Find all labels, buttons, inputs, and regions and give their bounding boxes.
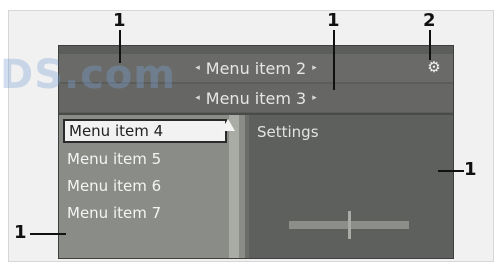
- settings-title: Settings: [257, 123, 319, 141]
- leader-line: [438, 170, 464, 172]
- watermark: DS.com: [0, 52, 177, 98]
- left-arrow-icon: ◂: [195, 93, 200, 103]
- slider-handle[interactable]: [348, 211, 351, 239]
- settings-panel: Settings: [249, 115, 453, 258]
- callout-number: 1: [327, 10, 340, 31]
- callout-number: 2: [423, 10, 436, 31]
- right-arrow-icon: ▸: [312, 63, 317, 73]
- left-arrow-icon: ◂: [195, 63, 200, 73]
- leader-line: [429, 30, 431, 60]
- menu-item[interactable]: Menu item 5: [63, 147, 227, 171]
- menu-item-label: Menu item 5: [67, 150, 162, 168]
- leader-line: [333, 30, 335, 90]
- settings-icon[interactable]: ⚙: [423, 58, 445, 76]
- menu-item[interactable]: Menu item 6: [63, 174, 227, 198]
- menu-row-label: Menu item 3: [205, 88, 307, 108]
- scroll-up-icon[interactable]: [221, 119, 235, 131]
- leader-line: [119, 30, 121, 63]
- callout-number: 1: [464, 159, 477, 180]
- menu-item-label: Menu item 7: [67, 204, 162, 222]
- menu-item[interactable]: Menu item 7: [63, 201, 227, 225]
- leader-line: [30, 233, 66, 235]
- menu-row-label: Menu item 2: [205, 58, 307, 78]
- menu-item-label: Menu item 4: [69, 122, 164, 140]
- scrollbar[interactable]: [229, 115, 239, 258]
- right-arrow-icon: ▸: [312, 93, 317, 103]
- menu-list-panel: Menu item 4 Menu item 5 Menu item 6 Menu…: [59, 115, 245, 258]
- menu-item-label: Menu item 6: [67, 177, 162, 195]
- callout-number: 1: [113, 10, 126, 31]
- callout-number: 1: [14, 222, 27, 243]
- menu-item[interactable]: Menu item 4: [63, 119, 227, 143]
